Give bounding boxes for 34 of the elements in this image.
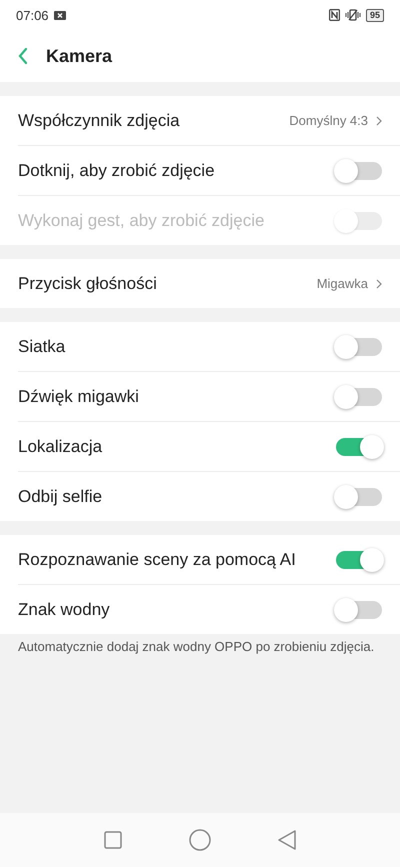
recents-icon[interactable] bbox=[104, 831, 122, 849]
setting-label: Współczynnik zdjęcia bbox=[18, 110, 181, 130]
nfc-icon bbox=[328, 9, 340, 21]
back-icon[interactable] bbox=[278, 830, 296, 850]
home-icon[interactable] bbox=[188, 829, 211, 851]
setting-label: Przycisk głośności bbox=[18, 274, 158, 294]
footnote-text: Automatycznie dodaj znak wodny OPPO po zrobieniu zdjęcia. bbox=[18, 638, 376, 655]
setting-label: Dźwięk migawki bbox=[18, 386, 140, 406]
setting-label: Znak wodny bbox=[18, 600, 111, 620]
settings-row[interactable]: Współczynnik zdjęcia Domyślny 4:3 bbox=[0, 96, 400, 145]
chevron-icon bbox=[376, 278, 382, 288]
setting-label: Rozpoznawanie sceny za pomocą AI bbox=[18, 550, 297, 570]
toggle-switch[interactable] bbox=[336, 388, 382, 406]
setting-label: Siatka bbox=[18, 336, 66, 356]
chevron-icon bbox=[376, 116, 382, 126]
toggle-switch[interactable] bbox=[336, 162, 382, 180]
page-title: Kamera bbox=[46, 46, 112, 66]
notification-icon bbox=[54, 10, 66, 20]
status-time: 07:06 bbox=[16, 8, 49, 22]
toggle-switch[interactable] bbox=[336, 600, 382, 618]
setting-label: Wykonaj gest, aby zrobić zdjęcie bbox=[18, 210, 266, 230]
setting-label: Lokalizacja bbox=[18, 436, 104, 456]
vibrate-icon bbox=[344, 9, 361, 21]
setting-label: Dotknij, aby zrobić zdjęcie bbox=[18, 160, 216, 180]
toggle-switch[interactable] bbox=[336, 338, 382, 356]
setting-label: Odbij selfie bbox=[18, 486, 104, 506]
setting-value: Domyślny 4:3 bbox=[289, 113, 368, 128]
toggle-switch[interactable] bbox=[336, 438, 382, 456]
toggle-switch[interactable] bbox=[336, 488, 382, 506]
battery-icon: 95 bbox=[366, 8, 384, 22]
toggle-switch[interactable] bbox=[336, 550, 382, 568]
back-button[interactable] bbox=[16, 45, 30, 67]
settings-row[interactable]: Przycisk głośności Migawka bbox=[0, 259, 400, 308]
setting-value: Migawka bbox=[316, 276, 368, 291]
